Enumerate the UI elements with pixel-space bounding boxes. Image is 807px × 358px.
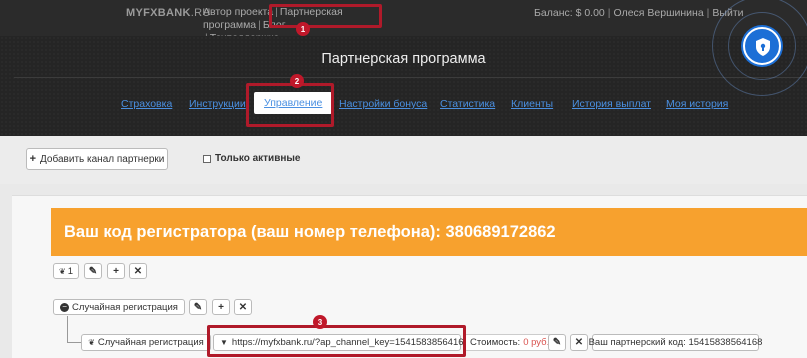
page-header: Партнерская программа Страховка Инструкц… bbox=[0, 36, 807, 136]
tree-connector bbox=[67, 316, 68, 342]
add-button[interactable]: + bbox=[107, 263, 125, 279]
plus-icon: + bbox=[29, 153, 37, 165]
tab-my-history[interactable]: Моя история bbox=[666, 98, 728, 110]
close-icon: ✕ bbox=[238, 301, 248, 313]
tab-statistics[interactable]: Статистика bbox=[440, 98, 495, 110]
plus-icon: + bbox=[218, 301, 224, 313]
cost-label: Стоимость: bbox=[470, 337, 521, 348]
tab-instructions[interactable]: Инструкции bbox=[189, 98, 246, 110]
chevron-down-icon: ▼ bbox=[220, 338, 228, 347]
leaf-icon: ❦ bbox=[88, 338, 95, 347]
user-name[interactable]: Олеся Вершинина bbox=[614, 7, 704, 19]
leaf-icon: ❦ bbox=[59, 266, 66, 276]
annotation-badge-2: 2 bbox=[290, 74, 304, 88]
toolbar: + Добавить канал партнерки Только активн… bbox=[0, 136, 807, 184]
only-active-filter[interactable]: Только активные bbox=[203, 153, 301, 164]
channel-item-button[interactable]: ❦ Случайная регистрация bbox=[81, 334, 211, 351]
balance: Баланс: $ 0.00 bbox=[534, 7, 605, 19]
root-node-button[interactable]: ❦ 1 bbox=[53, 263, 79, 279]
nav-author[interactable]: Автор проекта bbox=[203, 6, 273, 18]
only-active-label: Только активные bbox=[215, 153, 301, 164]
plus-icon: + bbox=[113, 265, 119, 277]
registrar-code-banner: Ваш код регистратора (ваш номер телефона… bbox=[51, 208, 807, 256]
edit-icon: ✎ bbox=[193, 301, 203, 313]
edit-button[interactable]: ✎ bbox=[84, 263, 102, 279]
cost-value: 0 руб. bbox=[523, 337, 550, 348]
tab-bonus-settings[interactable]: Настройки бонуса bbox=[339, 98, 427, 110]
group-node-button[interactable]: − Случайная регистрация bbox=[53, 299, 185, 315]
channel-cost: Стоимость: 0 руб. bbox=[464, 334, 556, 351]
group-delete-button[interactable]: ✕ bbox=[234, 299, 252, 315]
group-label: Случайная регистрация bbox=[72, 301, 178, 313]
header-divider bbox=[14, 77, 807, 78]
tab-payout-history[interactable]: История выплат bbox=[572, 98, 651, 110]
channel-item-label: Случайная регистрация bbox=[97, 337, 204, 348]
shield-lock-icon bbox=[756, 38, 770, 56]
logo[interactable]: MYFXBANK.RU bbox=[126, 7, 211, 19]
annotation-badge-3: 3 bbox=[313, 315, 327, 329]
only-active-checkbox[interactable] bbox=[203, 154, 211, 163]
page-title: Партнерская программа bbox=[321, 51, 486, 67]
group-edit-button[interactable]: ✎ bbox=[189, 299, 207, 315]
root-count: 1 bbox=[67, 265, 73, 277]
user-bar: Баланс: $ 0.00 | Олеся Вершинина | Выйти bbox=[534, 7, 744, 19]
edit-icon: ✎ bbox=[552, 337, 562, 348]
channel-url-button[interactable]: ▼ https://myfxbank.ru/?ap_channel_key=15… bbox=[213, 334, 477, 351]
tab-management[interactable]: Управление bbox=[254, 92, 333, 114]
top-bar: MYFXBANK.RU Автор проекта | Партнерская пр… bbox=[0, 0, 807, 44]
delete-button[interactable]: ✕ bbox=[129, 263, 147, 279]
security-shield-button[interactable] bbox=[743, 27, 781, 65]
tab-bar: Страховка Инструкции Управление Настройк… bbox=[0, 92, 807, 118]
group-add-button[interactable]: + bbox=[212, 299, 230, 315]
partner-code-button[interactable]: Ваш партнерский код: 15415838564168 bbox=[589, 334, 762, 351]
close-icon: ✕ bbox=[133, 265, 143, 277]
channel-delete-button[interactable]: ✕ bbox=[570, 334, 588, 351]
close-icon: ✕ bbox=[574, 337, 584, 348]
add-channel-label: Добавить канал партнерки bbox=[40, 153, 165, 165]
channel-url: https://myfxbank.ru/?ap_channel_key=1541… bbox=[231, 337, 469, 348]
edit-icon: ✎ bbox=[88, 265, 98, 277]
tab-clients[interactable]: Клиенты bbox=[511, 98, 553, 110]
tree-connector bbox=[67, 342, 81, 343]
nav-blog[interactable]: Блог bbox=[263, 19, 286, 31]
minus-circle-icon: − bbox=[60, 302, 70, 312]
channel-edit-button[interactable]: ✎ bbox=[548, 334, 566, 351]
annotation-badge-1: 1 bbox=[296, 22, 310, 36]
tab-insurance[interactable]: Страховка bbox=[121, 98, 172, 110]
add-channel-button[interactable]: + Добавить канал партнерки bbox=[26, 148, 168, 170]
